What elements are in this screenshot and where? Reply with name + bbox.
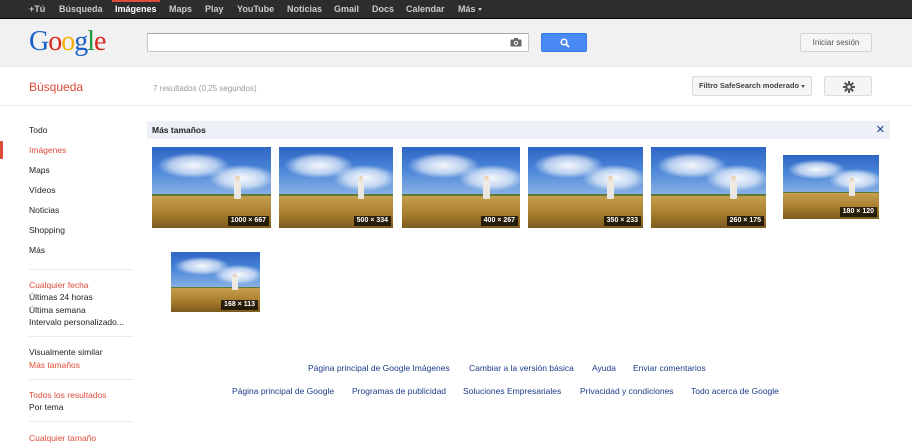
- nav-item-calendar[interactable]: Calendar: [406, 0, 445, 19]
- leftnav-item-mas[interactable]: Más: [29, 245, 45, 255]
- thumbnail-person: [607, 176, 615, 199]
- image-size-label: 400 × 267: [480, 216, 518, 226]
- image-size-label: 168 × 113: [221, 300, 258, 310]
- logo-letter: l: [87, 26, 95, 57]
- divider: [29, 421, 133, 422]
- thumbnail-person: [357, 176, 365, 199]
- logo-letter: e: [94, 26, 106, 57]
- any-size-link[interactable]: Cualquier tamaño: [29, 433, 96, 443]
- divider: [29, 269, 133, 270]
- top-navigation-bar: +Tú Búsqueda Imágenes Maps Play YouTube …: [0, 0, 912, 19]
- nav-item-docs[interactable]: Docs: [372, 0, 394, 19]
- footer-link-advertising[interactable]: Programas de publicidad: [352, 386, 446, 396]
- logo-letter: o: [61, 26, 75, 57]
- logo-letter: G: [29, 26, 49, 57]
- nav-item-imagenes[interactable]: Imágenes: [112, 0, 160, 19]
- divider: [29, 336, 133, 337]
- safesearch-label: Filtro SafeSearch moderado: [699, 81, 800, 90]
- image-thumbnail[interactable]: 168 × 113: [171, 252, 260, 312]
- date-filter-custom[interactable]: Intervalo personalizado...: [29, 317, 124, 327]
- close-icon[interactable]: ✕: [876, 123, 885, 137]
- chevron-down-icon: [801, 84, 806, 88]
- thumbnail-person: [849, 178, 855, 196]
- by-topic-link[interactable]: Por tema: [29, 402, 64, 412]
- footer-link-help[interactable]: Ayuda: [592, 363, 616, 373]
- image-thumbnail[interactable]: 400 × 267: [402, 147, 520, 228]
- more-sizes-link[interactable]: Más tamaños: [29, 360, 80, 370]
- date-filter-24h[interactable]: Últimas 24 horas: [29, 292, 93, 302]
- active-indicator: [0, 141, 3, 159]
- thumbnail-person: [232, 273, 238, 291]
- image-size-label: 260 × 175: [726, 216, 764, 226]
- leftnav-item-noticias[interactable]: Noticias: [29, 205, 59, 215]
- nav-item-play[interactable]: Play: [205, 0, 224, 19]
- footer-link-privacy[interactable]: Privacidad y condiciones: [580, 386, 674, 396]
- image-thumbnail[interactable]: 1000 × 667: [152, 147, 271, 228]
- nav-item-mas[interactable]: Más: [458, 0, 482, 19]
- leftnav-item-videos[interactable]: Vídeos: [29, 185, 55, 195]
- all-results-link[interactable]: Todos los resultados: [29, 390, 107, 400]
- date-filter-any[interactable]: Cualquier fecha: [29, 280, 89, 290]
- nav-item-noticias[interactable]: Noticias: [287, 0, 322, 19]
- image-thumbnail[interactable]: 350 × 233: [528, 147, 643, 228]
- image-size-label: 500 × 334: [353, 216, 391, 226]
- logo-letter: o: [48, 26, 62, 57]
- nav-item-mas-label: Más: [458, 4, 476, 14]
- nav-item-youtube[interactable]: YouTube: [237, 0, 274, 19]
- header: Google Iniciar sesión: [0, 19, 912, 67]
- image-size-label: 350 × 233: [603, 216, 641, 226]
- signin-button[interactable]: Iniciar sesión: [800, 33, 872, 52]
- date-filter-week[interactable]: Última semana: [29, 305, 86, 315]
- image-size-label: 1000 × 667: [227, 216, 269, 226]
- more-sizes-title: Más tamaños: [152, 125, 206, 135]
- footer-link-feedback[interactable]: Enviar comentarios: [633, 363, 706, 373]
- gear-icon: [843, 81, 855, 93]
- logo-letter: g: [74, 26, 88, 57]
- camera-icon[interactable]: [510, 38, 522, 47]
- thumbnail-person: [234, 176, 242, 199]
- leftnav-item-imagenes[interactable]: Imágenes: [29, 145, 66, 155]
- image-thumbnail[interactable]: 180 × 120: [783, 155, 879, 219]
- leftnav-item-todo[interactable]: Todo: [29, 125, 47, 135]
- search-input[interactable]: [148, 34, 498, 51]
- subheader: Búsqueda 7 resultados (0,25 segundos) Fi…: [0, 68, 912, 106]
- page-title: Búsqueda: [29, 80, 84, 94]
- nav-item-maps[interactable]: Maps: [169, 0, 192, 19]
- search-box: [147, 33, 529, 52]
- footer-link-business[interactable]: Soluciones Empresariales: [463, 386, 561, 396]
- more-sizes-header: Más tamaños ✕: [147, 121, 890, 139]
- image-thumbnail[interactable]: 500 × 334: [279, 147, 393, 228]
- divider: [29, 379, 133, 380]
- search-button[interactable]: [541, 33, 587, 52]
- footer-link-basic-version[interactable]: Cambiar a la versión básica: [469, 363, 574, 373]
- result-stats: 7 resultados (0,25 segundos): [153, 84, 257, 93]
- safesearch-dropdown[interactable]: Filtro SafeSearch moderado: [692, 76, 812, 96]
- thumbnail-person: [730, 176, 738, 199]
- leftnav-item-shopping[interactable]: Shopping: [29, 225, 65, 235]
- image-size-label: 180 × 120: [839, 207, 877, 217]
- nav-item-plus-tu[interactable]: +Tú: [29, 0, 45, 19]
- chevron-down-icon: [477, 8, 482, 12]
- footer-link-about[interactable]: Todo acerca de Google: [691, 386, 779, 396]
- footer-link-images-home[interactable]: Página principal de Google Imágenes: [308, 363, 450, 373]
- search-icon: [560, 38, 570, 48]
- visually-similar-link[interactable]: Visualmente similar: [29, 347, 103, 357]
- thumbnail-person: [483, 176, 491, 199]
- image-thumbnail[interactable]: 260 × 175: [651, 147, 766, 228]
- leftnav-item-maps[interactable]: Maps: [29, 165, 50, 175]
- settings-button[interactable]: [824, 76, 872, 96]
- nav-item-gmail[interactable]: Gmail: [334, 0, 359, 19]
- google-logo[interactable]: Google: [29, 26, 106, 57]
- nav-item-busqueda[interactable]: Búsqueda: [59, 0, 103, 19]
- footer-link-google-home[interactable]: Página principal de Google: [232, 386, 334, 396]
